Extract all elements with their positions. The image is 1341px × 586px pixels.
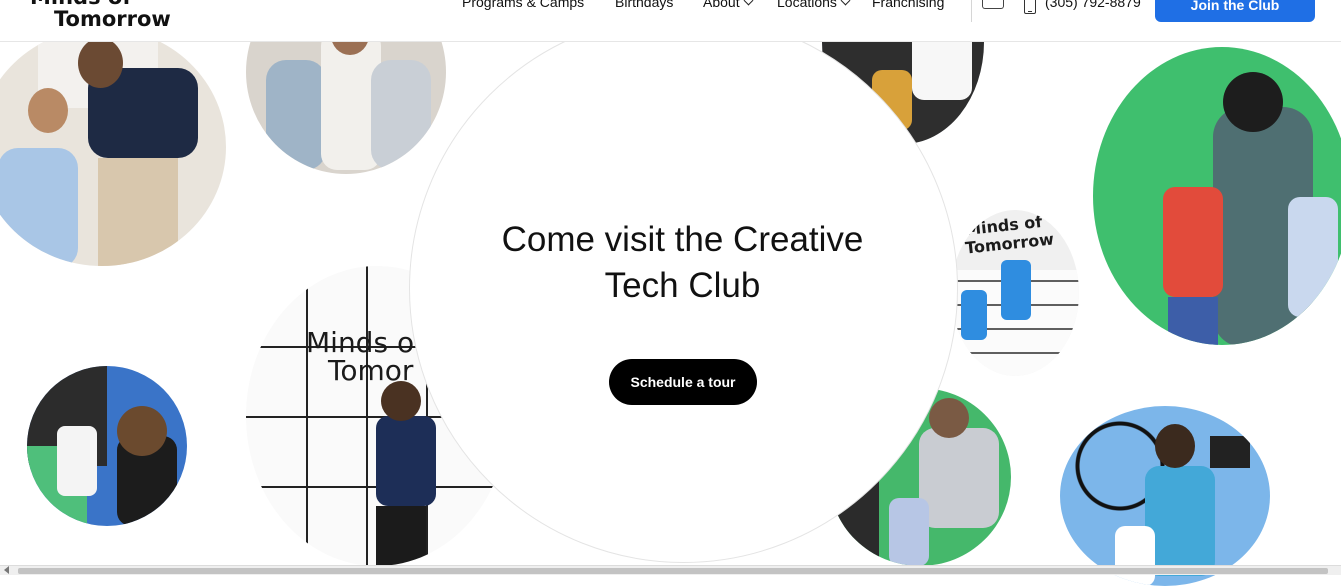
nav-about-label: About xyxy=(703,0,740,10)
nav-programs-camps[interactable]: Programs & Camps xyxy=(462,0,584,10)
chevron-down-icon xyxy=(743,0,754,6)
hero-headline-line-1: Come visit the Creative xyxy=(501,220,864,259)
scrollbar-thumb[interactable] xyxy=(18,568,1328,574)
phone-icon[interactable] xyxy=(1024,0,1036,14)
nav-about[interactable]: About xyxy=(703,0,754,10)
photo-circle-mentor-boy xyxy=(0,28,226,266)
photo-circle-two-boys: Minds of Tomorrow xyxy=(951,210,1079,376)
logo-line-2: Tomorrow xyxy=(54,7,171,31)
nav-divider xyxy=(971,0,972,22)
scroll-left-icon[interactable] xyxy=(4,566,9,574)
nav-franchising[interactable]: Franchising xyxy=(872,0,944,10)
join-the-club-button[interactable]: Join the Club xyxy=(1155,0,1315,22)
site-logo[interactable]: Minds of Tomorrow xyxy=(30,0,171,30)
chevron-down-icon xyxy=(840,0,851,6)
hero-headline: Come visit the Creative Tech Club xyxy=(409,217,956,309)
hero-headline-line-2: Tech Club xyxy=(604,266,761,305)
nav-locations-label: Locations xyxy=(777,0,837,10)
nav-locations[interactable]: Locations xyxy=(777,0,851,10)
photo-circle-mural-dad-son xyxy=(1060,406,1270,586)
mail-icon[interactable] xyxy=(982,0,1004,9)
schedule-tour-button[interactable]: Schedule a tour xyxy=(609,359,757,405)
site-header: Minds of Tomorrow Programs & Camps Birth… xyxy=(0,0,1341,42)
nav-birthdays[interactable]: Birthdays xyxy=(615,0,673,10)
photo-circle-studio-kids xyxy=(27,366,187,526)
photo-circle-green-screen-family xyxy=(1093,47,1341,345)
phone-number[interactable]: (305) 792-8879 xyxy=(1045,0,1141,10)
